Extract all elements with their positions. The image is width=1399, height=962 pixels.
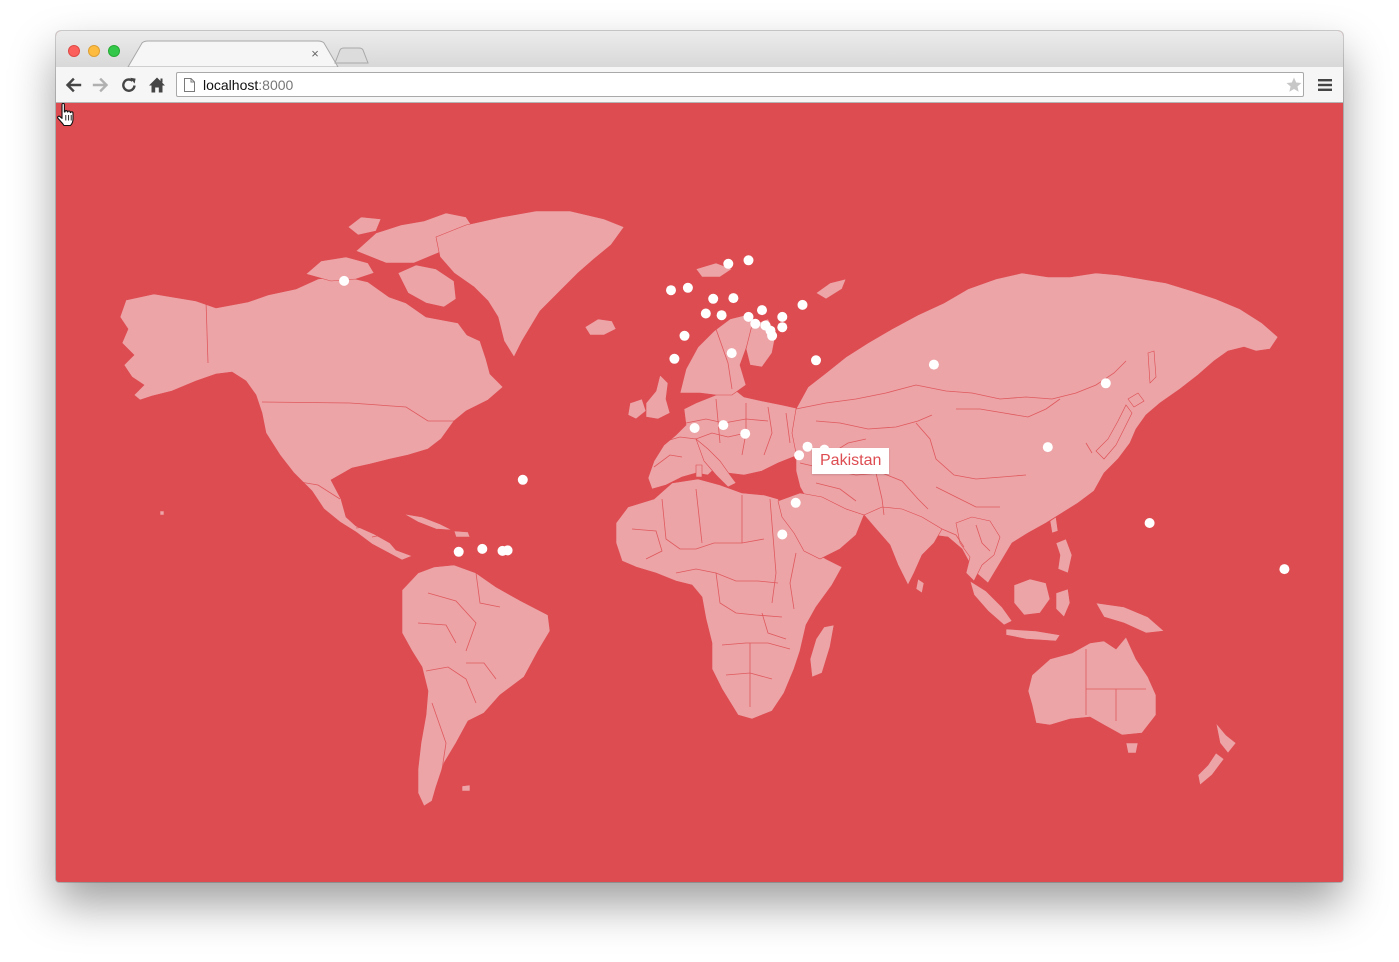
- location-marker[interactable]: [928, 359, 939, 370]
- hand-pointer-cursor-icon: [57, 103, 74, 127]
- reload-icon[interactable]: [120, 76, 138, 94]
- browser-window: × localhost:8000 Pakistan: [56, 31, 1343, 882]
- location-marker[interactable]: [453, 546, 464, 557]
- forward-arrow-icon[interactable]: [92, 76, 110, 94]
- location-marker[interactable]: [1144, 518, 1155, 528]
- country-shape-arctic-islands-east[interactable]: [347, 216, 382, 236]
- country-shape-tasmania[interactable]: [1125, 742, 1139, 754]
- country-shape-sardinia[interactable]: [695, 464, 703, 478]
- location-marker[interactable]: [666, 285, 676, 296]
- location-marker[interactable]: [726, 348, 737, 359]
- country-shape-java[interactable]: [1005, 628, 1061, 642]
- location-marker[interactable]: [797, 299, 808, 310]
- location-marker[interactable]: [740, 428, 751, 439]
- location-marker[interactable]: [679, 330, 690, 341]
- location-marker[interactable]: [777, 311, 788, 322]
- location-marker[interactable]: [1042, 442, 1053, 453]
- tab-strip: [127, 40, 369, 67]
- country-shape-new-zealand-north[interactable]: [1215, 722, 1237, 754]
- home-icon[interactable]: [148, 76, 166, 94]
- country-shape-asia[interactable]: [791, 272, 1279, 586]
- new-tab-button[interactable]: [334, 47, 369, 64]
- address-bar[interactable]: localhost:8000: [176, 72, 1304, 97]
- country-shape-south-america[interactable]: [401, 564, 551, 807]
- address-host: localhost: [203, 77, 259, 93]
- active-tab[interactable]: [127, 40, 339, 67]
- address-port: :8000: [258, 77, 294, 93]
- country-shape-great-britain[interactable]: [645, 374, 671, 420]
- country-shape-novaya-zemlya[interactable]: [815, 278, 847, 300]
- location-marker[interactable]: [1100, 378, 1111, 389]
- title-bar: ×: [56, 31, 1343, 67]
- location-marker[interactable]: [716, 310, 727, 321]
- country-tooltip: Pakistan: [812, 448, 890, 474]
- country-shape-borneo[interactable]: [1013, 578, 1051, 616]
- location-marker[interactable]: [517, 474, 528, 485]
- location-marker[interactable]: [728, 293, 739, 304]
- location-marker[interactable]: [750, 318, 761, 329]
- bookmark-star-icon[interactable]: [1285, 76, 1303, 94]
- country-shape-baffin-island[interactable]: [397, 264, 457, 308]
- location-marker[interactable]: [794, 450, 805, 461]
- tab-close-icon[interactable]: ×: [308, 47, 322, 61]
- location-marker[interactable]: [497, 545, 508, 556]
- location-marker[interactable]: [743, 255, 754, 266]
- country-shape-ireland[interactable]: [627, 398, 647, 420]
- location-marker[interactable]: [1279, 564, 1290, 575]
- country-shape-iceland[interactable]: [584, 318, 617, 336]
- location-marker[interactable]: [767, 330, 778, 341]
- location-marker[interactable]: [790, 497, 801, 508]
- country-shape-australia[interactable]: [1027, 636, 1157, 736]
- country-shape-hispaniola[interactable]: [453, 530, 471, 538]
- address-url: localhost:8000: [203, 77, 293, 93]
- country-shape-falkland-islands[interactable]: [461, 784, 471, 792]
- country-shape-hawaii[interactable]: [159, 510, 165, 516]
- location-marker[interactable]: [700, 308, 711, 319]
- location-marker[interactable]: [339, 275, 350, 286]
- toolbar: localhost:8000: [56, 67, 1343, 103]
- country-shape-sumatra[interactable]: [969, 580, 1013, 626]
- country-shape-scandinavia[interactable]: [679, 314, 757, 396]
- location-marker[interactable]: [777, 529, 788, 540]
- location-marker[interactable]: [682, 282, 693, 293]
- location-marker[interactable]: [669, 353, 680, 364]
- country-shape-sulawesi[interactable]: [1055, 588, 1071, 618]
- location-marker[interactable]: [802, 441, 813, 452]
- location-marker[interactable]: [689, 423, 700, 433]
- country-shape-north-america[interactable]: [119, 275, 504, 561]
- hamburger-menu-icon[interactable]: [1318, 78, 1332, 92]
- location-marker[interactable]: [477, 543, 488, 554]
- location-marker[interactable]: [708, 293, 719, 304]
- country-shape-new-guinea[interactable]: [1095, 602, 1165, 634]
- page-icon: [184, 78, 195, 92]
- land-layer: [119, 210, 1279, 807]
- location-marker[interactable]: [718, 420, 729, 431]
- country-shape-sri-lanka[interactable]: [915, 578, 925, 594]
- location-marker[interactable]: [777, 322, 788, 333]
- location-marker[interactable]: [723, 258, 734, 269]
- country-shape-philippines[interactable]: [1055, 538, 1073, 574]
- country-shape-cuba[interactable]: [403, 513, 453, 531]
- location-marker[interactable]: [811, 355, 821, 366]
- world-map: [119, 210, 1290, 807]
- map-viewport: Pakistan: [56, 103, 1343, 882]
- back-arrow-icon[interactable]: [64, 76, 82, 94]
- country-shape-madagascar[interactable]: [809, 624, 835, 678]
- location-marker[interactable]: [757, 305, 767, 316]
- country-shape-new-zealand-south[interactable]: [1197, 752, 1225, 786]
- country-shape-arctic-islands-west[interactable]: [305, 256, 375, 282]
